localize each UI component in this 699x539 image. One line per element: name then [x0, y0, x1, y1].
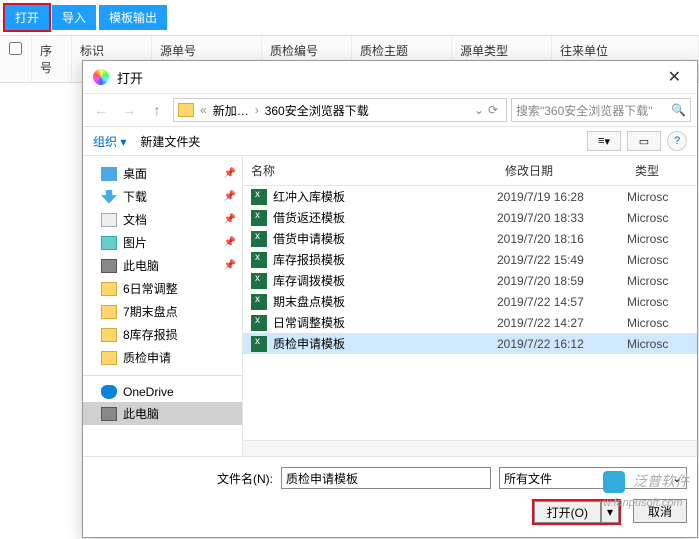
dialog-title: 打开 [117, 68, 143, 87]
file-row[interactable]: 质检申请模板2019/7/22 16:12Microsc [243, 333, 697, 354]
tree-item[interactable]: 桌面📌 [83, 162, 242, 185]
view-buttons: ≡▾ ▭ ? [587, 131, 687, 151]
nav-forward-button[interactable]: → [117, 98, 141, 122]
nav-up-button[interactable]: ↑ [145, 98, 169, 122]
filename-label: 文件名(N): [217, 470, 273, 487]
tree-item[interactable]: 6日常调整 [83, 277, 242, 300]
pin-icon: 📌 [224, 237, 236, 248]
pin-icon: 📌 [224, 260, 236, 271]
tree-item[interactable]: 7期末盘点 [83, 300, 242, 323]
pc-icon [101, 407, 117, 421]
search-placeholder: 搜索"360安全浏览器下载" [516, 102, 653, 119]
nav-back-button[interactable]: ← [89, 98, 113, 122]
folder-icon [101, 328, 117, 342]
dl-icon [101, 190, 117, 204]
nav-tree: 桌面📌下载📌文档📌图片📌此电脑📌6日常调整7期末盘点8库存报损质检申请OneDr… [83, 156, 243, 456]
pin-icon: 📌 [224, 214, 236, 225]
pin-icon: 📌 [224, 191, 236, 202]
cancel-button[interactable]: 取消 [633, 499, 687, 523]
chevron-left-icon: « [198, 103, 209, 117]
folder-icon [101, 282, 117, 296]
horizontal-scrollbar[interactable] [243, 440, 697, 456]
dialog-footer: 文件名(N): 所有文件 ⌄ 打开(O) ▾ 取消 [83, 456, 697, 537]
organize-menu[interactable]: 组织 ▾ [93, 133, 126, 150]
file-header: 名称 修改日期 类型 [243, 156, 697, 186]
pic-icon [101, 236, 117, 250]
pin-icon: 📌 [224, 168, 236, 179]
excel-icon [251, 336, 267, 352]
col-type[interactable]: 类型 [627, 156, 697, 185]
dialog-titlebar: 打开 ✕ [83, 61, 697, 93]
excel-icon [251, 315, 267, 331]
tree-item[interactable]: 此电脑📌 [83, 254, 242, 277]
tree-item[interactable]: 图片📌 [83, 231, 242, 254]
top-toolbar: 打开 导入 模板输出 [0, 0, 699, 35]
crumb-seg-a[interactable]: 新加… [209, 102, 253, 119]
dialog-body: 桌面📌下载📌文档📌图片📌此电脑📌6日常调整7期末盘点8库存报损质检申请OneDr… [83, 156, 697, 456]
file-row[interactable]: 借货申请模板2019/7/20 18:16Microsc [243, 228, 697, 249]
cloud-icon [101, 385, 117, 399]
crumb-seg-b[interactable]: 360安全浏览器下载 [261, 102, 373, 119]
close-icon[interactable]: ✕ [662, 67, 687, 87]
template-export-button[interactable]: 模板输出 [99, 5, 167, 30]
file-body: 红冲入库模板2019/7/19 16:28Microsc借货返还模板2019/7… [243, 186, 697, 440]
tree-item[interactable]: 下载📌 [83, 185, 242, 208]
excel-icon [251, 231, 267, 247]
excel-icon [251, 294, 267, 310]
tree-item[interactable]: 文档📌 [83, 208, 242, 231]
breadcrumb[interactable]: « 新加… › 360安全浏览器下载 ⌄ ⟳ [173, 98, 507, 122]
crumb-dropdown-icon[interactable]: ⌄ [474, 103, 484, 117]
tree-item[interactable]: 此电脑 [83, 402, 242, 425]
chevron-down-icon: ⌄ [672, 471, 682, 485]
app-icon [93, 69, 109, 85]
search-input[interactable]: 搜索"360安全浏览器下载" 🔍 [511, 98, 691, 122]
file-filter-select[interactable]: 所有文件 ⌄ [499, 467, 687, 489]
desktop-icon [101, 167, 117, 181]
open-dropdown-button[interactable]: ▾ [601, 501, 619, 523]
search-icon: 🔍 [671, 103, 686, 117]
open-file-button[interactable]: 打开(O) [534, 501, 601, 523]
doc-icon [101, 213, 117, 227]
col-seq[interactable]: 序号 [32, 36, 72, 82]
col-date[interactable]: 修改日期 [497, 156, 627, 185]
address-bar: ← → ↑ « 新加… › 360安全浏览器下载 ⌄ ⟳ 搜索"360安全浏览器… [83, 93, 697, 127]
new-folder-button[interactable]: 新建文件夹 [140, 133, 200, 150]
file-row[interactable]: 期末盘点模板2019/7/22 14:57Microsc [243, 291, 697, 312]
filename-input[interactable] [281, 467, 491, 489]
organize-bar: 组织 ▾ 新建文件夹 ≡▾ ▭ ? [83, 127, 697, 156]
refresh-icon[interactable]: ⟳ [484, 103, 502, 117]
file-list: 名称 修改日期 类型 红冲入库模板2019/7/19 16:28Microsc借… [243, 156, 697, 456]
chevron-right-icon: › [253, 103, 261, 117]
file-row[interactable]: 库存报损模板2019/7/22 15:49Microsc [243, 249, 697, 270]
excel-icon [251, 252, 267, 268]
import-button[interactable]: 导入 [52, 5, 96, 30]
tree-item[interactable]: OneDrive [83, 382, 242, 402]
view-mode-button[interactable]: ≡▾ [587, 131, 621, 151]
filter-value: 所有文件 [504, 470, 552, 487]
excel-icon [251, 210, 267, 226]
file-row[interactable]: 红冲入库模板2019/7/19 16:28Microsc [243, 186, 697, 207]
help-button[interactable]: ? [667, 131, 687, 151]
tree-item[interactable]: 8库存报损 [83, 323, 242, 346]
open-button[interactable]: 打开 [5, 5, 49, 30]
excel-icon [251, 273, 267, 289]
folder-icon [178, 103, 194, 117]
select-all-checkbox[interactable] [9, 42, 22, 55]
col-name[interactable]: 名称 [243, 156, 497, 185]
folder-icon [101, 305, 117, 319]
file-row[interactable]: 日常调整模板2019/7/22 14:27Microsc [243, 312, 697, 333]
preview-pane-button[interactable]: ▭ [627, 131, 661, 151]
pc-icon [101, 259, 117, 273]
file-row[interactable]: 借货返还模板2019/7/20 18:33Microsc [243, 207, 697, 228]
file-row[interactable]: 库存调拨模板2019/7/20 18:59Microsc [243, 270, 697, 291]
select-all-cell[interactable] [0, 36, 32, 82]
open-dialog: 打开 ✕ ← → ↑ « 新加… › 360安全浏览器下载 ⌄ ⟳ 搜索"360… [82, 60, 698, 538]
tree-item[interactable]: 质检申请 [83, 346, 242, 369]
excel-icon [251, 189, 267, 205]
folder-icon [101, 351, 117, 365]
open-split-button: 打开(O) ▾ [532, 499, 621, 525]
